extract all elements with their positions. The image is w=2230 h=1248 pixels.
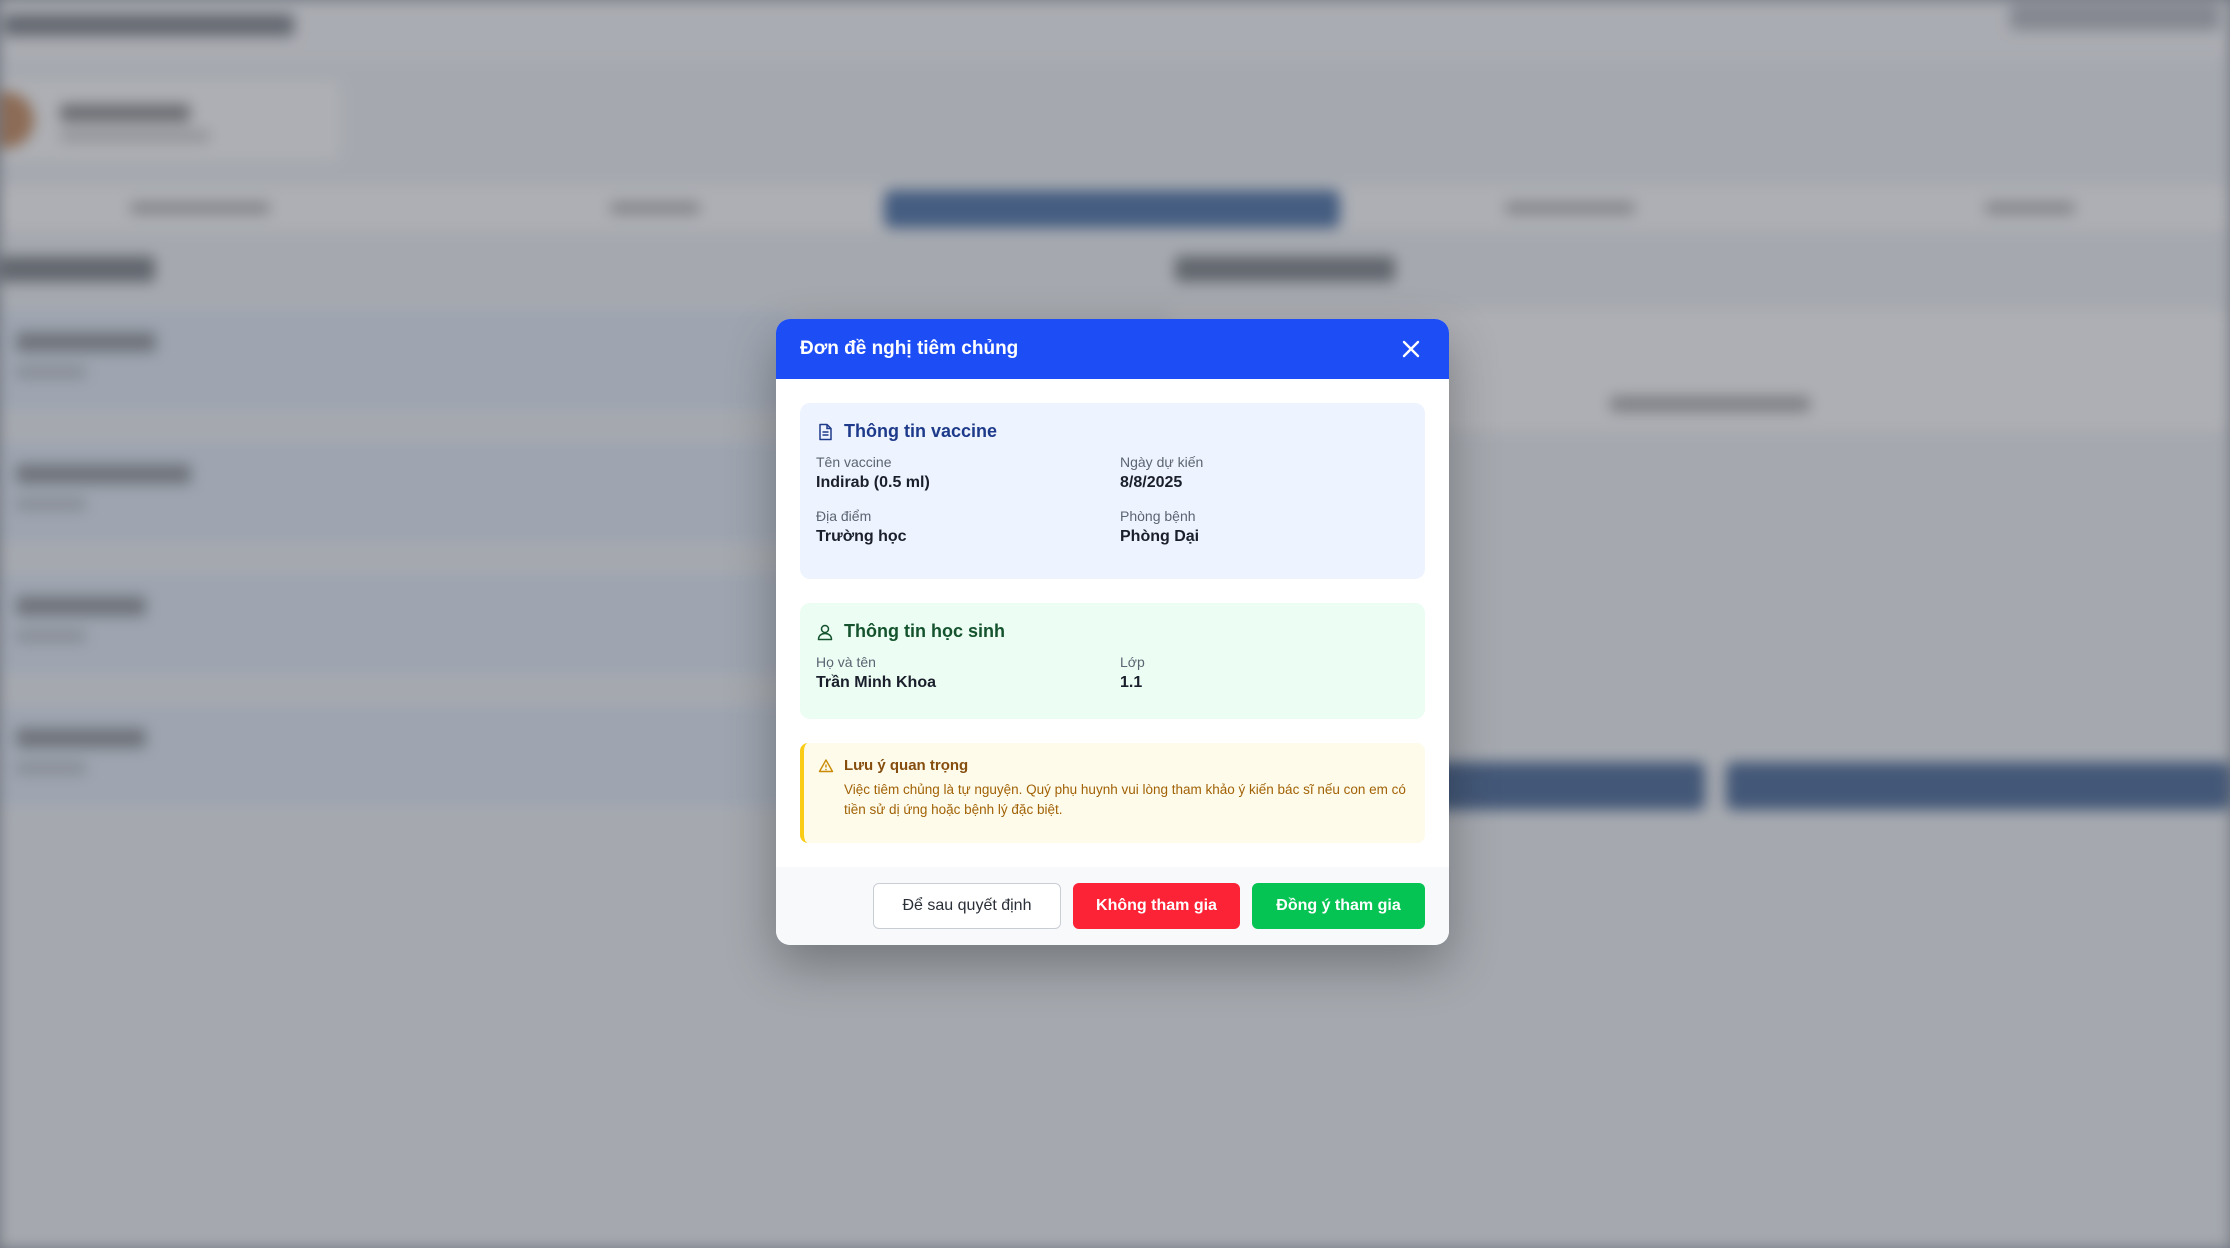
field-label: Địa điểm xyxy=(816,508,872,524)
field-class: Lớp 1.1 xyxy=(1120,654,1409,692)
notice-title: Lưu ý quan trọng xyxy=(844,757,969,774)
modal-title: Đơn đề nghị tiêm chủng xyxy=(800,338,1019,359)
field-prevention: Phòng bệnh Phòng Dại xyxy=(1120,508,1409,546)
student-section-title: Thông tin học sinh xyxy=(844,621,1005,641)
field-value: 1.1 xyxy=(1120,674,1143,691)
user-icon xyxy=(817,624,833,640)
field-value: Indirab (0.5 ml) xyxy=(816,474,930,491)
decide-later-button[interactable]: Để sau quyết định xyxy=(873,883,1061,929)
field-full-name: Họ và tên Trần Minh Khoa xyxy=(816,654,1120,692)
decline-button[interactable]: Không tham gia xyxy=(1073,883,1240,929)
warning-icon xyxy=(818,759,834,773)
field-value: Trường học xyxy=(816,528,907,545)
notice-text: Việc tiêm chủng là tự nguyện. Quý phụ hu… xyxy=(844,782,1406,817)
field-label: Ngày dự kiến xyxy=(1120,454,1204,470)
field-label: Phòng bệnh xyxy=(1120,508,1196,524)
field-label: Lớp xyxy=(1120,654,1145,670)
vaccination-request-modal: Đơn đề nghị tiêm chủng Thông tin vaccine… xyxy=(776,319,1449,945)
vaccine-section-title: Thông tin vaccine xyxy=(844,421,998,441)
field-expected-date: Ngày dự kiến 8/8/2025 xyxy=(1120,454,1409,492)
modal-body: Thông tin vaccine Tên vaccine Indirab (0… xyxy=(776,379,1449,843)
field-value: 8/8/2025 xyxy=(1120,474,1183,491)
field-location: Địa điểm Trường học xyxy=(816,508,1120,546)
student-info-section: Thông tin học sinh Họ và tên Trần Minh K… xyxy=(800,603,1425,719)
field-value: Phòng Dại xyxy=(1120,528,1200,545)
accept-button[interactable]: Đồng ý tham gia xyxy=(1252,883,1425,929)
modal-header: Đơn đề nghị tiêm chủng xyxy=(776,319,1449,379)
vaccine-info-section: Thông tin vaccine Tên vaccine Indirab (0… xyxy=(800,403,1425,579)
field-label: Tên vaccine xyxy=(816,454,892,470)
modal-footer: Để sau quyết định Không tham gia Đồng ý … xyxy=(776,867,1449,945)
close-icon xyxy=(1402,340,1420,358)
field-vaccine-name: Tên vaccine Indirab (0.5 ml) xyxy=(816,454,1120,492)
important-notice: Lưu ý quan trọng Việc tiêm chủng là tự n… xyxy=(800,743,1425,843)
close-button[interactable] xyxy=(1397,335,1425,363)
field-value: Trần Minh Khoa xyxy=(816,674,936,691)
field-label: Họ và tên xyxy=(816,654,876,670)
document-icon xyxy=(819,423,832,440)
